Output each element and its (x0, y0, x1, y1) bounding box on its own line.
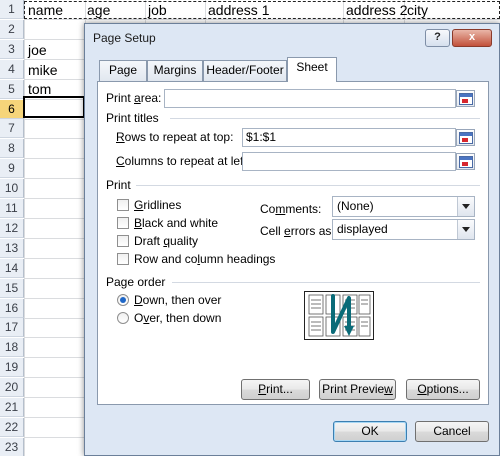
row-header-14[interactable]: 14 (0, 259, 24, 278)
print-button[interactable]: Print... (241, 379, 310, 400)
row-column-headings-checkbox[interactable] (117, 253, 129, 265)
collapse-dialog-icon (459, 156, 473, 168)
cell-errors-label: Cell errors as: (260, 224, 335, 238)
close-button[interactable]: x (452, 29, 492, 47)
header-cell-name[interactable]: name (28, 1, 63, 20)
down-then-over-radio[interactable] (117, 294, 129, 306)
row-header-17[interactable]: 17 (0, 318, 24, 337)
row-header-7[interactable]: 7 (0, 119, 24, 138)
row-header-2[interactable]: 2 (0, 20, 24, 39)
row-header-21[interactable]: 21 (0, 398, 24, 417)
rows-to-repeat-input[interactable]: $1:$1 (242, 128, 456, 147)
row-header-9[interactable]: 9 (0, 159, 24, 178)
columns-to-repeat-label: Columns to repeat at left: (116, 154, 251, 168)
cell-errors-select[interactable]: displayed (332, 219, 475, 240)
row-header-20[interactable]: 20 (0, 378, 24, 397)
page-order-divider (172, 282, 480, 283)
comments-label: Comments: (260, 202, 322, 216)
columns-to-repeat-input[interactable] (242, 152, 456, 171)
tab-margins[interactable]: Margins (147, 60, 203, 81)
over-then-down-radio[interactable] (117, 312, 129, 324)
ok-button[interactable]: OK (333, 421, 407, 442)
gridlines-label[interactable]: Gridlines (134, 198, 181, 212)
print-preview-button[interactable]: Print Preview (319, 379, 396, 400)
header-cell-job[interactable]: job (148, 1, 167, 20)
page-order-diagram-icon (308, 294, 371, 337)
row-header-18[interactable]: 18 (0, 338, 24, 357)
row-header-5[interactable]: 5 (0, 80, 24, 99)
page-order-heading: Page order (106, 275, 166, 289)
tab-header-footer[interactable]: Header/Footer (203, 60, 287, 81)
comments-select[interactable]: (None) (332, 196, 475, 217)
chevron-down-icon[interactable] (457, 197, 474, 216)
row-header-16[interactable]: 16 (0, 299, 24, 318)
black-and-white-label[interactable]: Black and white (134, 216, 218, 230)
cancel-button[interactable]: Cancel (415, 421, 489, 442)
dialog-title: Page Setup (93, 31, 156, 45)
tab-sheet[interactable]: Sheet (287, 57, 337, 82)
page-setup-dialog: Page Setup ? x Page Margins Header/Foote… (84, 23, 500, 456)
active-cell[interactable] (23, 96, 85, 118)
header-cell-city[interactable]: city (407, 1, 428, 20)
print-titles-divider (170, 118, 480, 119)
draft-quality-label[interactable]: Draft quality (134, 234, 198, 248)
collapse-dialog-icon (459, 93, 473, 105)
header-cell-age[interactable]: age (87, 1, 110, 20)
cell-joe[interactable]: joe (28, 41, 47, 60)
down-then-over-label[interactable]: Down, then over (134, 293, 221, 307)
dialog-titlebar[interactable]: Page Setup ? x (85, 24, 499, 50)
draft-quality-checkbox[interactable] (117, 235, 129, 247)
row-header-19[interactable]: 19 (0, 358, 24, 377)
rows-to-repeat-label: Rows to repeat at top: (116, 130, 234, 144)
row-header-12[interactable]: 12 (0, 219, 24, 238)
header-cell-address1[interactable]: address 1 (208, 1, 269, 20)
row-header-13[interactable]: 13 (0, 239, 24, 258)
help-button[interactable]: ? (425, 29, 450, 47)
row-header-4[interactable]: 4 (0, 60, 24, 79)
print-divider (136, 185, 480, 186)
print-area-input[interactable] (164, 89, 456, 108)
row-header-23[interactable]: 23 (0, 438, 24, 456)
black-and-white-checkbox[interactable] (117, 217, 129, 229)
row-header-22[interactable]: 22 (0, 418, 24, 437)
row-header-11[interactable]: 11 (0, 199, 24, 218)
print-area-collapse-button[interactable] (456, 90, 475, 107)
print-heading: Print (106, 178, 131, 192)
row-header-3[interactable]: 3 (0, 40, 24, 59)
header-cell-address2[interactable]: address 2 (346, 1, 407, 20)
print-titles-heading: Print titles (106, 111, 159, 125)
over-then-down-label[interactable]: Over, then down (134, 311, 221, 325)
tab-page[interactable]: Page (99, 60, 147, 81)
sheet-tab-panel: Print area: Print titles Rows to repeat … (97, 81, 489, 405)
page-order-preview (304, 291, 374, 340)
row-header-8[interactable]: 8 (0, 139, 24, 158)
options-button[interactable]: Options... (406, 379, 480, 400)
row-header-6[interactable]: 6 (0, 100, 24, 119)
cell-errors-value: displayed (337, 222, 388, 236)
comments-value: (None) (337, 199, 374, 213)
print-area-label: Print area: (106, 91, 162, 105)
collapse-dialog-icon (459, 132, 473, 144)
row-header-15[interactable]: 15 (0, 279, 24, 298)
row-header-10[interactable]: 10 (0, 179, 24, 198)
chevron-down-icon[interactable] (457, 220, 474, 239)
column-gridline (24, 0, 25, 456)
row-header-1[interactable]: 1 (0, 0, 24, 19)
rows-collapse-button[interactable] (456, 129, 475, 146)
columns-collapse-button[interactable] (456, 153, 475, 170)
gridlines-checkbox[interactable] (117, 199, 129, 211)
row-column-headings-label[interactable]: Row and column headings (134, 252, 275, 266)
cell-mike[interactable]: mike (28, 61, 58, 80)
